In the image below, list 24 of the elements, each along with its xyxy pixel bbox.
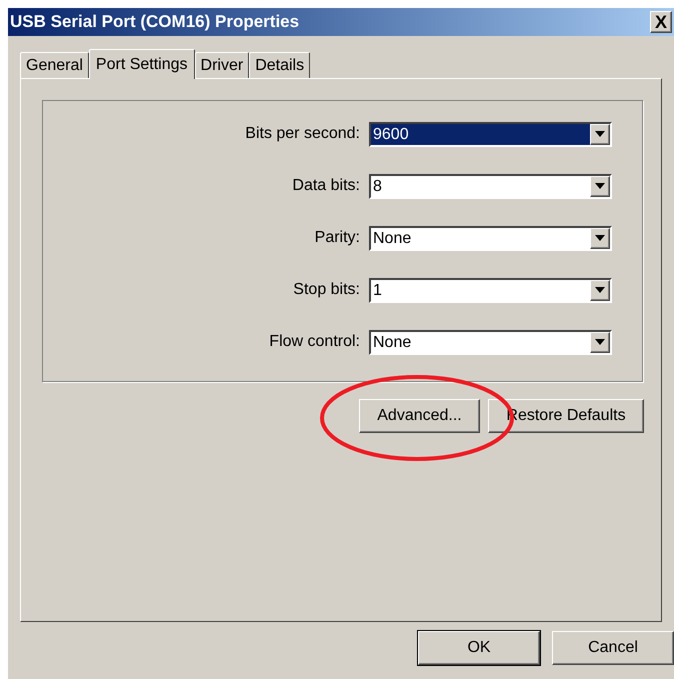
tab[interactable]: Port Settings <box>88 49 195 79</box>
dropdown-value: 1 <box>372 280 383 300</box>
tab[interactable]: Driver <box>194 52 250 78</box>
panel-button[interactable]: Advanced... <box>359 399 480 433</box>
dropdown-value: None <box>372 228 412 248</box>
close-button[interactable]: X <box>650 11 672 33</box>
dropdown[interactable]: None <box>369 330 612 354</box>
setting-label: Bits per second: <box>244 124 361 144</box>
setting-label: Stop bits: <box>292 280 361 300</box>
dropdown-value: 9600 <box>371 124 590 144</box>
dropdown[interactable]: 8 <box>369 174 612 198</box>
dropdown[interactable]: 1 <box>369 278 612 302</box>
tab[interactable]: Details <box>249 52 310 78</box>
dialog-button[interactable]: OK <box>418 631 540 665</box>
setting-label: Flow control: <box>268 332 361 352</box>
dialog-button[interactable]: Cancel <box>552 631 674 665</box>
dropdown-value: None <box>372 332 412 352</box>
window-title: USB Serial Port (COM16) Properties <box>10 11 300 34</box>
dropdown[interactable]: 9600 <box>369 122 612 146</box>
dropdown[interactable]: None <box>369 226 612 250</box>
setting-label: Parity: <box>314 228 361 248</box>
dropdown-value: 8 <box>372 176 383 196</box>
setting-label: Data bits: <box>291 176 361 196</box>
tab[interactable]: General <box>20 52 89 78</box>
